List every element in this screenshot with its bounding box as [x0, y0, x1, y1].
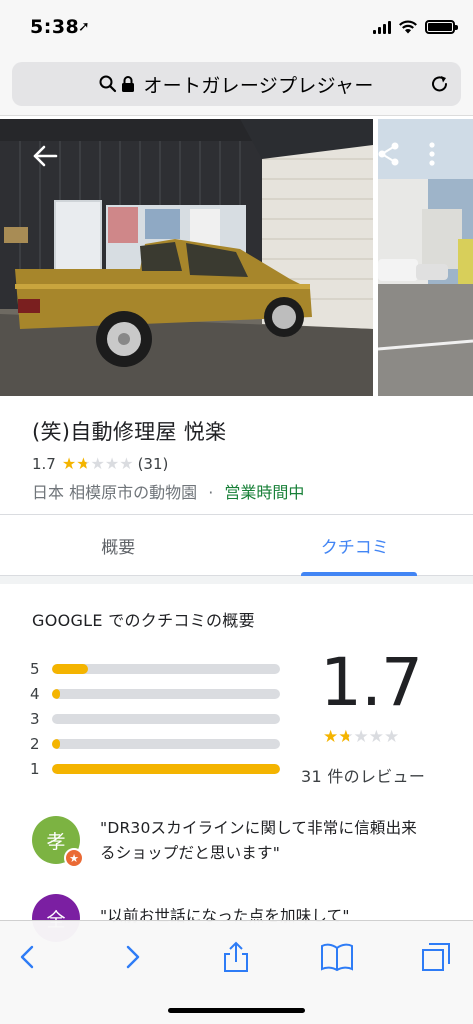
wifi-icon [399, 20, 417, 34]
avatar: 孝 ★ [32, 816, 84, 868]
main-photo[interactable] [0, 119, 373, 396]
place-name: (笑)自動修理屋 悦楽 [32, 420, 227, 444]
reviews-overview: GOOGLE でのクチコミの概要 5 4 3 2 1 1.7 ★ ★ ★ ★ ★ 31 … [0, 576, 473, 942]
rating-stars: ★ ★ ★ ★ ★ [62, 456, 134, 472]
star-icon: ★ [368, 727, 384, 747]
separator: · [208, 483, 214, 502]
bar-label: 2 [30, 734, 40, 753]
bar-track [52, 663, 280, 674]
status-time: 5:38 [30, 16, 80, 38]
star-icon: ★ [338, 727, 354, 747]
search-icon [99, 75, 117, 93]
bar-fill [52, 688, 60, 699]
total-review-count: 31 件のレビュー [301, 767, 426, 786]
chevron-right-icon[interactable] [116, 941, 148, 973]
review-count: (31) [137, 455, 169, 473]
tab-reviews[interactable]: クチコミ [237, 515, 473, 576]
bar-label: 1 [30, 759, 40, 778]
rating-bar-row: 1 [30, 756, 290, 781]
cellular-signal-icon [373, 20, 391, 34]
photo-carousel[interactable] [0, 119, 473, 396]
star-icon: ★ [323, 727, 339, 747]
star-icon: ★ [119, 454, 134, 473]
bar-label: 5 [30, 659, 40, 678]
review-text-line: るショップだと思います" [100, 844, 281, 862]
open-status: 営業時間中 [224, 483, 305, 502]
local-guide-badge-icon: ★ [64, 848, 84, 868]
page-title: オートガレージプレジャー [143, 74, 374, 97]
status-icons [373, 20, 458, 34]
bar-fill [52, 663, 89, 674]
place-header: (笑)自動修理屋 悦楽 1.7 ★ ★ ★ ★ ★ (31) 日本 相模原市の動物園 ·… [0, 396, 473, 514]
address-bar[interactable]: オートガレージプレジャー [12, 62, 461, 106]
tabs-icon[interactable] [420, 941, 452, 973]
bar-track [52, 713, 280, 724]
bar-fill [52, 738, 60, 749]
tab-overview[interactable]: 概要 [0, 515, 237, 575]
bar-track [52, 763, 280, 774]
rating-bar-row: 5 [30, 656, 290, 681]
more-vert-icon[interactable] [424, 141, 440, 167]
star-icon: ★ [353, 727, 369, 747]
star-icon: ★ [61, 454, 77, 473]
back-arrow-icon[interactable] [30, 141, 60, 171]
star-icon: ★ [76, 454, 91, 473]
browser-address-area: オートガレージプレジャー [0, 58, 473, 116]
reviews-heading: GOOGLE でのクチコミの概要 [32, 611, 255, 630]
review-text-line: "DR30スカイラインに関して非常に信頼出来 [100, 819, 417, 837]
rating-bar-row: 2 [30, 731, 290, 756]
tab-bar: 概要 クチコミ [0, 514, 473, 576]
bar-fill [52, 763, 280, 774]
address-row: 日本 相模原市の動物園 · 営業時間中 [32, 479, 441, 503]
battery-icon [425, 20, 458, 34]
rating-row[interactable]: 1.7 ★ ★ ★ ★ ★ (31) [32, 455, 441, 473]
chevron-left-icon[interactable] [12, 941, 44, 973]
reload-icon[interactable] [429, 73, 451, 95]
average-rating-stars: ★ ★ ★ ★ ★ [323, 727, 400, 747]
bar-track [52, 688, 280, 699]
bar-label: 3 [30, 709, 40, 728]
lock-icon [122, 76, 135, 92]
location-arrow-icon: ➚ [78, 19, 90, 35]
average-rating: 1.7 [320, 644, 423, 721]
bar-track [52, 738, 280, 749]
share-sheet-icon[interactable] [220, 941, 252, 973]
rating-bar-row: 3 [30, 706, 290, 731]
address: 日本 相模原市の動物園 [32, 483, 198, 502]
star-icon: ★ [104, 454, 120, 473]
rating-bar-row: 4 [30, 681, 290, 706]
browser-toolbar [0, 920, 473, 1024]
home-indicator [168, 1008, 305, 1013]
star-icon: ★ [384, 727, 400, 747]
bookmarks-icon[interactable] [320, 941, 354, 973]
avatar-letter: 孝 [46, 830, 66, 853]
star-icon: ★ [90, 454, 105, 473]
review-snippet[interactable]: 孝 ★ "DR30スカイラインに関して非常に信頼出来 るショップだと思います" [32, 816, 452, 868]
share-icon[interactable] [376, 141, 402, 167]
bar-label: 4 [30, 684, 40, 703]
rating-distribution: 5 4 3 2 1 [30, 656, 290, 781]
status-bar: 5:38 ➚ [0, 0, 473, 58]
rating-value: 1.7 [32, 455, 56, 473]
review-text: "DR30スカイラインに関して非常に信頼出来 るショップだと思います" [100, 816, 417, 866]
